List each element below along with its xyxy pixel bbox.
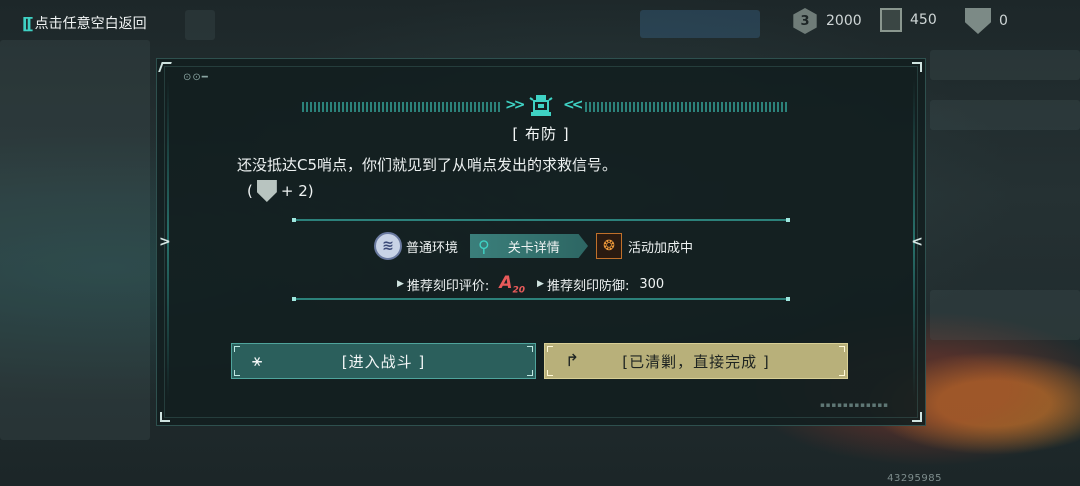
rec-rating-label: 推荐刻印评价: (406, 278, 490, 294)
card-value: 450 (910, 12, 937, 28)
stage-detail-button[interactable]: ⚲ 关卡详情 (470, 234, 589, 258)
magnifier-icon: ⚲ (478, 236, 490, 256)
resource-shield[interactable]: 0 (965, 8, 1008, 34)
double-bracket-icon: [[ (22, 13, 34, 33)
button-corner (547, 370, 553, 376)
stage-detail-label: 关卡详情 (507, 240, 560, 256)
triangle-bullet-icon: ▶ (537, 279, 544, 290)
resource-card[interactable]: 450 (880, 8, 937, 32)
chevron-double-right-icon: >> (505, 97, 526, 113)
triangle-bullet-icon: ▶ (397, 279, 404, 290)
divider (292, 218, 790, 222)
corner-ornament (912, 62, 922, 72)
corner-ornament (160, 412, 170, 422)
title-stripe (585, 102, 787, 112)
coin-value: 2000 (826, 13, 862, 29)
stage-title: [ 布防 ] (512, 125, 570, 143)
environment-label: 普通环境 (406, 240, 459, 256)
button-corner (234, 370, 240, 376)
rank-letter: A (499, 273, 513, 293)
title-stripe (302, 102, 502, 112)
auto-complete-label: [已清剿，直接完成 ] (622, 352, 770, 371)
back-button[interactable]: [[ 点击任意空白返回 (22, 10, 147, 36)
rec-defense-label: 推荐刻印防御: (546, 278, 630, 294)
chevron-right-icon: > (159, 234, 171, 250)
panel-serial-decoration: ▪▪▪▪▪▪▪▪▪▪▪▪ (820, 401, 889, 409)
panel-tag-icon: ⊙⊙━ (183, 72, 209, 83)
button-corner (527, 370, 533, 376)
forward-arrow-icon: ↱ (565, 351, 580, 371)
rank-badge: A20 (499, 273, 525, 295)
beacon-icon (527, 92, 555, 118)
enter-battle-button[interactable]: ⚹ [进入战斗 ] (231, 343, 536, 379)
reward-line: ( + 2) (247, 180, 314, 202)
card-icon (880, 8, 902, 32)
stage-description: 还没抵达C5哨点，你们就见到了从哨点发出的求救信号。 (237, 156, 618, 174)
auto-complete-button[interactable]: ↱ [已清剿，直接完成 ] (544, 343, 848, 379)
shield-token-icon (965, 8, 991, 34)
reward-open-paren: ( (247, 182, 253, 200)
wind-icon: ≋ (374, 232, 402, 260)
enter-battle-label: [进入战斗 ] (341, 352, 426, 371)
stage-info-panel: > < ⊙⊙━ ▪▪▪▪▪▪▪▪▪▪▪▪ >> << [ 布防 ] 还没抵达C5… (156, 58, 926, 426)
event-bonus-label: 活动加成中 (628, 240, 694, 256)
button-corner (547, 346, 553, 352)
chevron-double-left-icon: << (563, 97, 584, 113)
button-corner (527, 346, 533, 352)
button-corner (234, 346, 240, 352)
shield-token-icon (256, 180, 277, 202)
back-label: 点击任意空白返回 (34, 16, 147, 32)
shield-value: 0 (999, 13, 1008, 29)
rank-number: 20 (512, 285, 526, 296)
user-id: 43295985 (887, 473, 942, 484)
button-corner (839, 346, 845, 352)
event-bonus-icon[interactable]: ❂ (596, 233, 623, 259)
bronze-coin-icon: 3 (793, 8, 817, 34)
recommendation-row: ▶ 推荐刻印评价: A20 ▶ 推荐刻印防御: 300 (397, 273, 664, 295)
reward-amount: + 2) (280, 182, 314, 200)
stage-info-row: ≋ 普通环境 ⚲ 关卡详情 ❂ 活动加成中 (374, 231, 693, 261)
chevron-left-icon: < (911, 234, 923, 250)
divider (292, 297, 790, 301)
button-corner (839, 370, 845, 376)
resource-coin[interactable]: 3 2000 (792, 8, 862, 34)
rec-defense-value: 300 (639, 276, 665, 292)
corner-ornament (912, 412, 922, 422)
crossed-swords-icon: ⚹ (252, 351, 263, 371)
